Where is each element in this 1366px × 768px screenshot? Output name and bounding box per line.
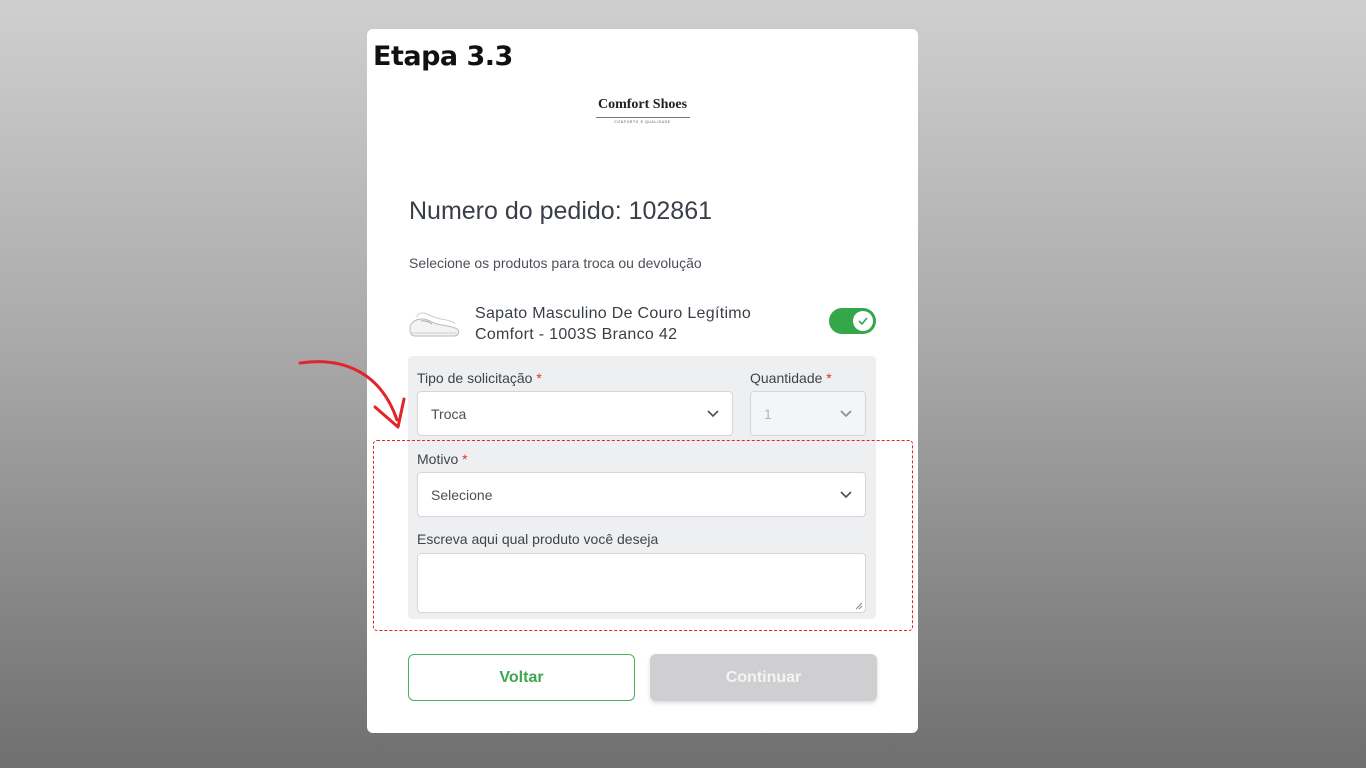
quantity-value: 1: [764, 405, 772, 422]
check-icon: [858, 317, 868, 325]
product-select-toggle[interactable]: [829, 308, 876, 334]
logo-tagline: CONFORTO E QUALIDADE: [614, 120, 671, 124]
quantity-select[interactable]: 1: [750, 391, 866, 436]
toggle-knob: [853, 311, 873, 331]
logo-divider: [595, 117, 690, 118]
back-button[interactable]: Voltar: [408, 654, 635, 701]
request-type-label: Tipo de solicitação *: [417, 370, 542, 386]
chevron-down-icon: [707, 409, 719, 417]
logo-name: Comfort Shoes: [597, 97, 688, 112]
request-type-select[interactable]: Troca: [417, 391, 733, 436]
step-title: Etapa 3.3: [373, 41, 513, 72]
order-number-title: Numero do pedido: 102861: [409, 197, 713, 225]
annotation-arrow-icon: [298, 360, 406, 429]
continue-button[interactable]: Continuar: [650, 654, 877, 701]
request-type-value: Troca: [431, 405, 467, 422]
store-logo: Comfort Shoes CONFORTO E QUALIDADE: [367, 97, 918, 124]
quantity-label: Quantidade *: [750, 370, 832, 386]
shoe-thumbnail-icon: [409, 312, 460, 337]
chevron-down-icon: [840, 409, 852, 417]
product-name: Sapato Masculino De Couro Legítimo Comfo…: [475, 305, 752, 343]
highlight-annotation-box: [373, 440, 913, 631]
product-row: Sapato Masculino De Couro Legítimo Comfo…: [407, 301, 877, 351]
instructions-text: Selecione os produtos para troca ou devo…: [409, 255, 702, 271]
